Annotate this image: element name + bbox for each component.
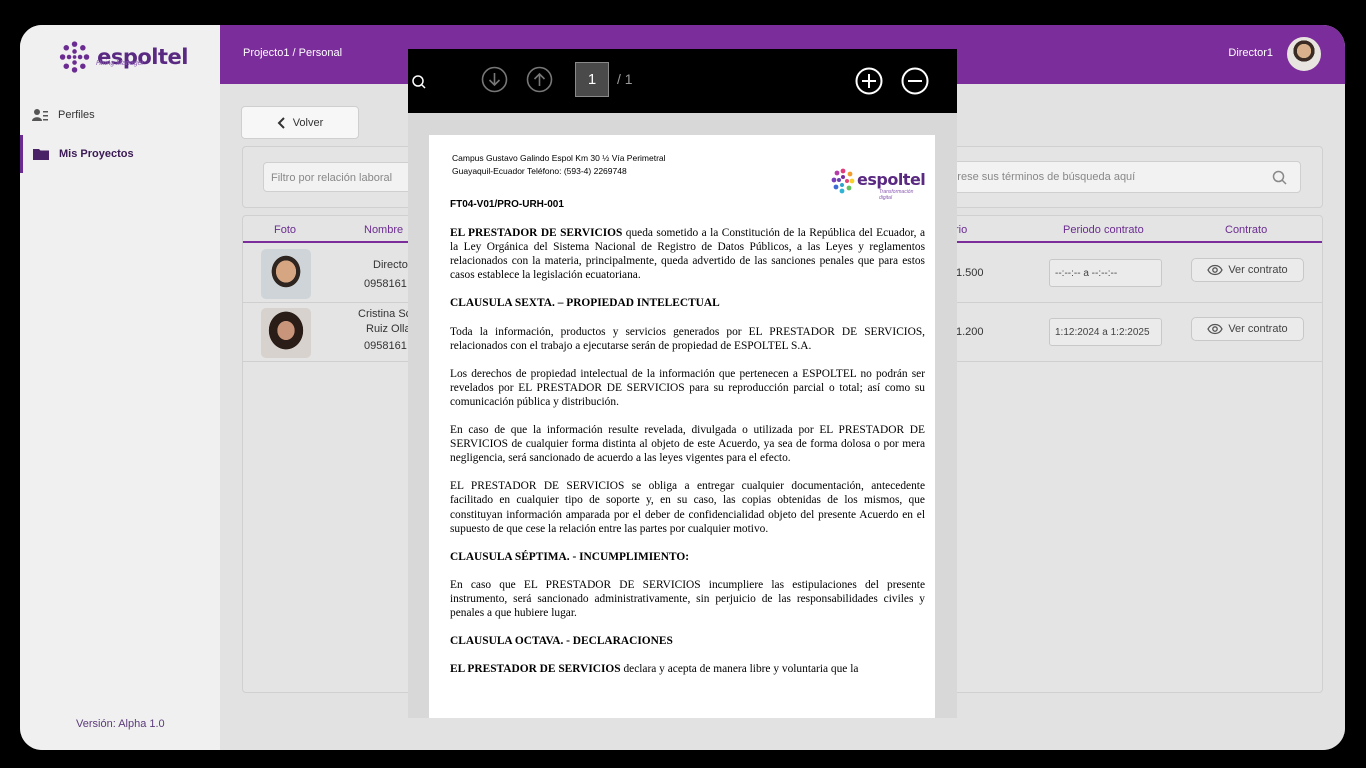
document-logo: espoltel Transformación digital [831, 168, 927, 201]
paragraph: Toda la información, productos y servici… [450, 325, 925, 352]
document-address: Campus Gustavo Galindo Espol Km 30 ½ Vía… [452, 152, 666, 178]
sidebar-item-perfiles[interactable]: Perfiles [20, 96, 220, 134]
search-placeholder: Ingrese sus términos de búsqueda aquí [942, 171, 1136, 183]
view-contract-label: Ver contrato [1228, 323, 1288, 335]
chevron-left-icon [277, 116, 285, 129]
user-list-icon [32, 109, 48, 121]
paragraph: EL PRESTADOR DE SERVICIOS se obliga a en… [450, 480, 925, 535]
doc-logo-text: espoltel [857, 170, 926, 189]
paragraph: En caso que EL PRESTADOR DE SERVICIOS in… [450, 578, 925, 619]
logo-mark-icon [831, 168, 855, 194]
paragraph: En caso de que la información resulte re… [450, 424, 925, 465]
address-line-2: Guayaquil-Ecuador Teléfono: (593-4) 2269… [452, 166, 627, 176]
back-button[interactable]: Volver [241, 106, 359, 139]
column-header-nombre: Nombre [364, 224, 404, 236]
staff-phone: 0958161 [364, 340, 407, 352]
user-name: Director1 [1228, 47, 1273, 59]
sidebar-item-label: Mis Proyectos [59, 148, 134, 160]
pdf-toolbar: 1 / 1 [408, 49, 957, 113]
pdf-viewer: 1 / 1 Campus Gustavo Galindo Espol Km 30… [408, 49, 957, 718]
staff-name: Directo [373, 259, 408, 271]
search-input[interactable]: Ingrese sus términos de búsqueda aquí [931, 161, 1301, 193]
arrow-up-icon[interactable] [526, 66, 553, 93]
search-icon[interactable] [411, 74, 427, 90]
paragraph: EL PRESTADOR DE SERVICIOS queda sometido… [450, 226, 925, 282]
clause-heading: CLAUSULA SÉPTIMA. - INCUMPLIMIENTO: [450, 550, 690, 563]
column-header-periodo: Periodo contrato [1063, 224, 1144, 236]
zoom-in-icon[interactable] [855, 67, 883, 95]
screen-bottom-bar [0, 750, 1366, 768]
staff-name-line2: Ruiz Olla [366, 323, 411, 335]
paragraph: EL PRESTADOR DE SERVICIOS declara y acep… [450, 662, 925, 676]
sidebar-item-label: Perfiles [58, 109, 95, 121]
arrow-down-icon[interactable] [481, 66, 508, 93]
address-line-1: Campus Gustavo Galindo Espol Km 30 ½ Vía… [452, 153, 666, 163]
column-header-contrato: Contrato [1225, 224, 1268, 236]
screen-top-bar [0, 0, 1366, 18]
logo-subtitle: Hiring Manager [96, 60, 144, 67]
back-button-label: Volver [292, 116, 324, 129]
document-body: FT04-V01/PRO-URH-001 EL PRESTADOR DE SER… [450, 198, 925, 690]
filter-input[interactable]: Filtro por relación laboral [263, 162, 413, 192]
paragraph-bold: EL PRESTADOR DE SERVICIOS [450, 663, 621, 676]
pdf-page: Campus Gustavo Galindo Espol Km 30 ½ Vía… [429, 135, 935, 718]
contract-period[interactable]: 1:12:2024 a 1:2:2025 [1049, 318, 1162, 346]
sidebar: espoltel Hiring Manager Perfiles Mis Pro… [20, 25, 220, 750]
version-label: Versión: Alpha 1.0 [76, 718, 165, 730]
contract-period[interactable]: --:--:-- a --:--:-- [1049, 259, 1162, 287]
staff-salary: 1.200 [956, 326, 984, 338]
page-number-input[interactable]: 1 [575, 62, 609, 97]
clause-heading: CLAUSULA SEXTA. – PROPIEDAD INTELECTUAL [450, 297, 720, 310]
espoltel-logo: espoltel [58, 39, 188, 75]
paragraph-bold: EL PRESTADOR DE SERVICIOS [450, 227, 623, 240]
view-contract-button[interactable]: Ver contrato [1191, 258, 1304, 282]
logo-mark-icon [59, 41, 90, 73]
search-icon[interactable] [1272, 170, 1288, 186]
clause-heading: CLAUSULA OCTAVA. - DECLARACIONES [450, 635, 673, 648]
sidebar-item-mis-proyectos[interactable]: Mis Proyectos [20, 135, 220, 173]
column-header-foto: Foto [274, 224, 297, 236]
zoom-out-icon[interactable] [901, 67, 929, 95]
avatar[interactable] [1287, 37, 1321, 71]
breadcrumb: Projecto1 / Personal [243, 47, 343, 59]
staff-phone: 0958161 [364, 278, 407, 290]
staff-photo [261, 308, 311, 358]
view-contract-label: Ver contrato [1228, 264, 1288, 276]
paragraph: Los derechos de propiedad intelectual de… [450, 367, 925, 408]
folder-icon [33, 149, 49, 160]
staff-name: Cristina Sc [358, 308, 412, 320]
page-total: / 1 [617, 71, 633, 87]
paragraph-text: declara y acepta de manera libre y volun… [620, 663, 859, 676]
staff-salary: 1.500 [956, 267, 984, 279]
staff-photo [261, 249, 311, 299]
eye-icon [1207, 323, 1224, 335]
view-contract-button[interactable]: Ver contrato [1191, 317, 1304, 341]
eye-icon [1207, 264, 1224, 276]
document-code: FT04-V01/PRO-URH-001 [450, 199, 564, 210]
